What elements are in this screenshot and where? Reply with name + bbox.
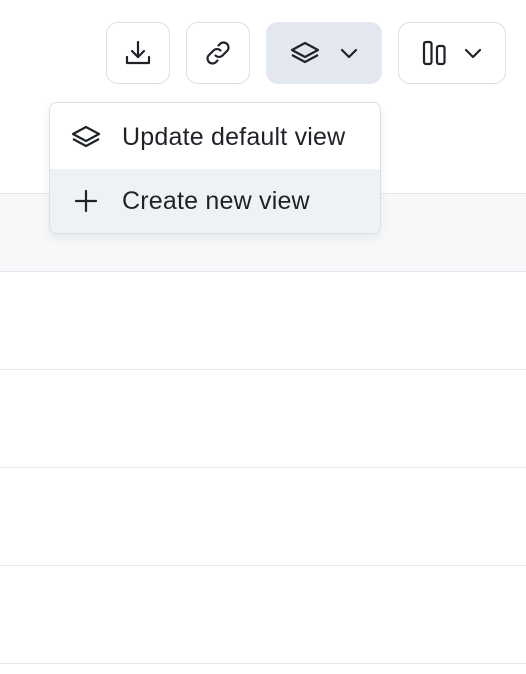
columns-dropdown-button[interactable] xyxy=(398,22,506,84)
table-row[interactable] xyxy=(0,272,526,370)
layers-icon xyxy=(70,125,102,149)
download-button[interactable] xyxy=(106,22,170,84)
chevron-down-icon xyxy=(339,46,359,60)
table-row[interactable] xyxy=(0,370,526,468)
plus-icon xyxy=(70,189,102,213)
copy-link-button[interactable] xyxy=(186,22,250,84)
chevron-down-icon xyxy=(463,46,483,60)
update-default-view-label: Update default view xyxy=(122,122,346,151)
views-dropdown-button[interactable] xyxy=(266,22,382,84)
toolbar xyxy=(0,0,526,100)
data-table xyxy=(0,193,526,664)
download-icon xyxy=(123,38,153,68)
views-dropdown-menu: Update default view Create new view xyxy=(49,102,381,234)
link-icon xyxy=(202,37,234,69)
table-row[interactable] xyxy=(0,468,526,566)
layers-icon xyxy=(289,40,321,66)
create-new-view-label: Create new view xyxy=(122,186,310,215)
update-default-view-item[interactable]: Update default view xyxy=(50,105,380,169)
columns-icon xyxy=(421,38,449,68)
table-row[interactable] xyxy=(0,566,526,664)
create-new-view-item[interactable]: Create new view xyxy=(50,169,380,233)
